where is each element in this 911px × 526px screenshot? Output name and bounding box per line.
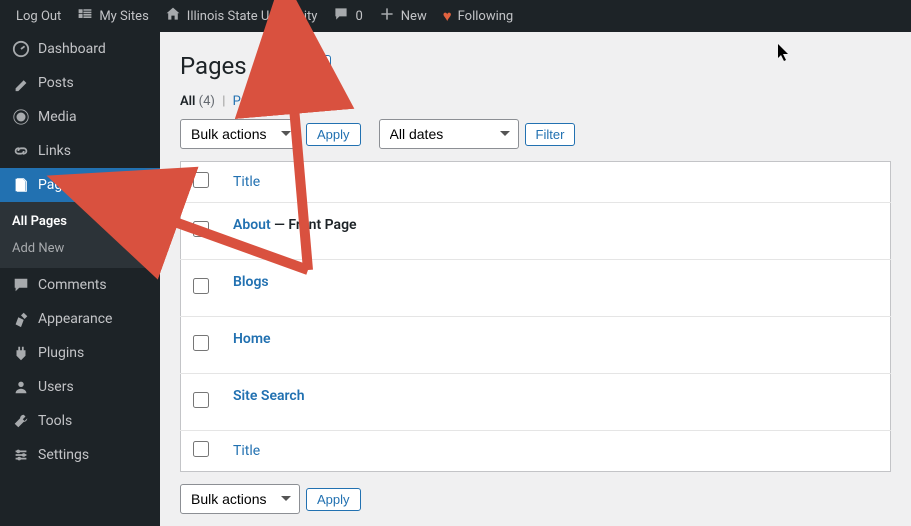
sidebar-item-label: Media (38, 109, 77, 125)
content-area: Pages Add New All (4) | Published (4) Bu… (160, 32, 911, 526)
sidebar-item-label: Posts (38, 75, 74, 91)
row-checkbox[interactable] (193, 392, 209, 408)
sidebar-item-dashboard[interactable]: Dashboard (0, 32, 160, 66)
row-checkbox[interactable] (193, 278, 209, 294)
bulk-actions-select-wrap: Bulk actions (180, 119, 300, 149)
home-icon (165, 6, 181, 26)
comments-link[interactable]: 0 (325, 0, 370, 32)
row-checkbox[interactable] (193, 221, 209, 237)
mysites-link[interactable]: My Sites (69, 0, 156, 32)
sidebar-item-media[interactable]: Media (0, 100, 160, 134)
sidebar-item-plugins[interactable]: Plugins (0, 336, 160, 370)
column-title-footer: Title (221, 431, 891, 472)
sitename-link[interactable]: Illinois State University (157, 0, 326, 32)
sidebar-item-comments[interactable]: Comments (0, 268, 160, 302)
following-label: Following (458, 9, 514, 24)
sidebar-subitem-addnew[interactable]: Add New (0, 235, 160, 262)
bulk-actions-select[interactable]: Bulk actions (180, 119, 300, 149)
select-all-checkbox[interactable] (193, 172, 209, 188)
select-all-checkbox-bottom[interactable] (193, 441, 209, 457)
column-title: Title (221, 162, 891, 203)
sidebar-item-posts[interactable]: Posts (0, 66, 160, 100)
following-link[interactable]: ♥ Following (435, 0, 522, 32)
filter-published-count: (4) (293, 94, 309, 109)
page-title-link[interactable]: Home (233, 331, 271, 347)
filter-all-count: (4) (199, 94, 215, 109)
apply-button-bottom[interactable]: Apply (306, 488, 361, 511)
pages-table: Title About — Front Page Blogs Home Site… (180, 161, 891, 472)
sidebar-submenu-pages: All Pages Add New (0, 202, 160, 268)
add-new-button[interactable]: Add New (257, 55, 332, 78)
bulk-actions-select-bottom[interactable]: Bulk actions (180, 484, 300, 514)
table-row: Home (181, 317, 891, 374)
row-checkbox[interactable] (193, 335, 209, 351)
sidebar-item-users[interactable]: Users (0, 370, 160, 404)
filter-all[interactable]: All (180, 94, 195, 109)
sidebar-item-pages[interactable]: Pages (0, 168, 160, 202)
comments-count: 0 (355, 9, 362, 24)
sidebar-item-label: Plugins (38, 345, 84, 361)
table-row: Site Search (181, 374, 891, 431)
page-title-link[interactable]: Site Search (233, 388, 305, 404)
sidebar-item-label: Pages (38, 177, 77, 193)
sidebar-item-label: Tools (38, 413, 72, 429)
heart-icon: ♥ (443, 7, 452, 25)
sidebar-item-label: Links (38, 143, 71, 159)
logout-link[interactable]: Log Out (8, 0, 69, 32)
page-title-link[interactable]: Blogs (233, 274, 269, 290)
bulk-actions-select-bottom-wrap: Bulk actions (180, 484, 300, 514)
status-filters: All (4) | Published (4) (180, 94, 891, 109)
mysites-icon (77, 6, 93, 26)
mysites-label: My Sites (99, 9, 148, 24)
apply-button[interactable]: Apply (306, 123, 361, 146)
filter-button[interactable]: Filter (525, 123, 576, 146)
sidebar-subitem-allpages[interactable]: All Pages (0, 208, 160, 235)
page-title: Pages (180, 52, 247, 80)
sidebar-item-label: Settings (38, 447, 89, 463)
admin-bar: Log Out My Sites Illinois State Universi… (0, 0, 911, 32)
sidebar-item-label: Appearance (38, 311, 112, 327)
filter-published[interactable]: Published (233, 94, 290, 109)
plus-icon (379, 6, 395, 26)
table-row: Blogs (181, 260, 891, 317)
new-label: New (401, 9, 427, 24)
sidebar-item-appearance[interactable]: Appearance (0, 302, 160, 336)
page-title-link[interactable]: About (233, 217, 271, 233)
sidebar-item-label: Users (38, 379, 74, 395)
new-link[interactable]: New (371, 0, 435, 32)
comments-icon (333, 6, 349, 26)
logout-label: Log Out (16, 9, 61, 24)
sidebar-item-label: Dashboard (38, 41, 106, 57)
page-state: — Front Page (271, 217, 357, 233)
sidebar-item-links[interactable]: Links (0, 134, 160, 168)
dates-select[interactable]: All dates (379, 119, 519, 149)
admin-sidebar: Dashboard Posts Media Links Pages All Pa… (0, 32, 160, 526)
table-row: About — Front Page (181, 203, 891, 260)
dates-select-wrap: All dates (379, 119, 519, 149)
sidebar-item-label: Comments (38, 277, 107, 293)
sidebar-item-tools[interactable]: Tools (0, 404, 160, 438)
sitename-label: Illinois State University (187, 9, 318, 24)
sidebar-item-settings[interactable]: Settings (0, 438, 160, 472)
